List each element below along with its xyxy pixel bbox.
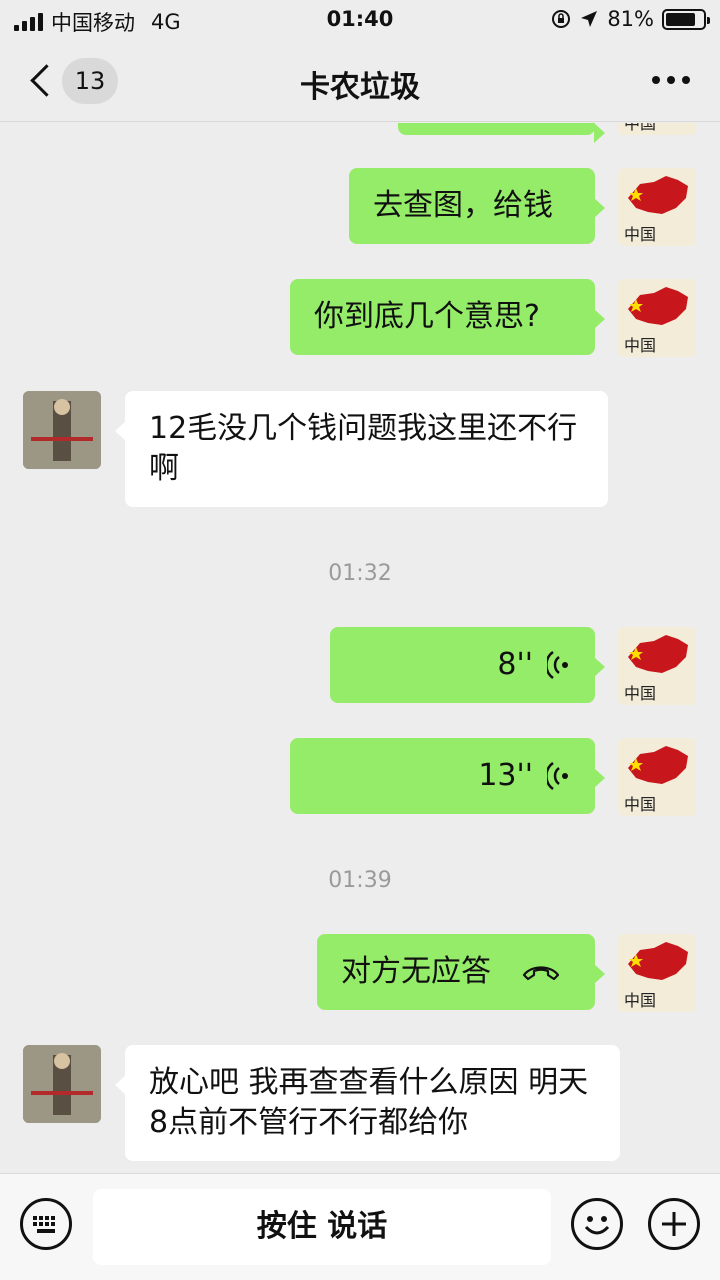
chat-header: 13 卡农垃圾 xyxy=(0,40,720,122)
voice-message-bubble[interactable]: 13'' xyxy=(290,738,605,814)
avatar-caption: 中国 xyxy=(624,795,656,814)
emoji-icon[interactable] xyxy=(571,1198,623,1250)
chat-title: 卡农垃圾 xyxy=(300,70,420,105)
avatar-caption: 中国 xyxy=(624,991,656,1010)
hold-to-talk-button[interactable]: 按住 说话 xyxy=(93,1189,551,1265)
keyboard-icon[interactable] xyxy=(20,1198,72,1250)
message-text: 去查图，给钱 xyxy=(373,188,553,223)
plus-icon[interactable] xyxy=(648,1198,700,1250)
voice-wave-icon xyxy=(547,650,568,680)
hangup-phone-icon xyxy=(522,966,560,981)
my-avatar[interactable]: 中国 xyxy=(618,627,696,705)
avatar-caption: 中国 xyxy=(624,336,656,355)
rotation-lock-icon xyxy=(552,10,571,28)
my-avatar[interactable]: 中国 xyxy=(618,168,696,246)
message-bubble[interactable]: 放心吧 我再查查看什么原因 明天8点前不管行不行都给你 xyxy=(115,1045,620,1161)
message-bubble[interactable]: 你到底几个意思? xyxy=(290,279,605,355)
battery-fill xyxy=(666,12,696,26)
avatar-caption: 中国 xyxy=(624,123,656,133)
voice-duration: 8'' xyxy=(497,647,533,682)
my-avatar[interactable]: 中国 xyxy=(618,279,696,357)
message-list[interactable]: 中国 去查图，给钱 中国 你到底几个意思? 中国 12毛没几个钱问题我这里还不行… xyxy=(0,123,720,1173)
my-avatar[interactable]: 中国 xyxy=(618,123,696,135)
call-status-text: 对方无应答 xyxy=(341,954,491,989)
location-arrow-icon xyxy=(581,11,598,27)
input-bar: 按住 说话 xyxy=(0,1173,720,1280)
my-avatar[interactable]: 中国 xyxy=(618,738,696,816)
message-text: 放心吧 我再查查看什么原因 明天8点前不管行不行都给你 xyxy=(149,1065,589,1140)
message-bubble[interactable]: 12毛没几个钱问题我这里还不行啊 xyxy=(115,391,608,507)
avatar-caption: 中国 xyxy=(624,684,656,703)
message-text: 12毛没几个钱问题我这里还不行啊 xyxy=(149,411,578,486)
my-avatar[interactable]: 中国 xyxy=(618,934,696,1012)
more-icon[interactable] xyxy=(652,76,690,84)
timestamp: 01:32 xyxy=(328,561,392,586)
status-bar: 中国移动 4G 01:40 81% xyxy=(0,0,720,40)
contact-avatar[interactable] xyxy=(23,391,101,469)
voice-duration: 13'' xyxy=(478,758,533,793)
timestamp: 01:39 xyxy=(328,868,392,893)
contact-avatar[interactable] xyxy=(23,1045,101,1123)
avatar-caption: 中国 xyxy=(624,225,656,244)
previous-message-bubble[interactable] xyxy=(398,123,605,143)
battery-percent: 81% xyxy=(607,7,654,31)
message-bubble[interactable]: 去查图，给钱 xyxy=(349,168,605,244)
call-message-bubble[interactable]: 对方无应答 xyxy=(317,934,605,1010)
voice-message-bubble[interactable]: 8'' xyxy=(330,627,605,703)
voice-wave-icon xyxy=(547,761,568,791)
battery-icon xyxy=(662,8,710,30)
message-text: 你到底几个意思? xyxy=(314,299,540,334)
